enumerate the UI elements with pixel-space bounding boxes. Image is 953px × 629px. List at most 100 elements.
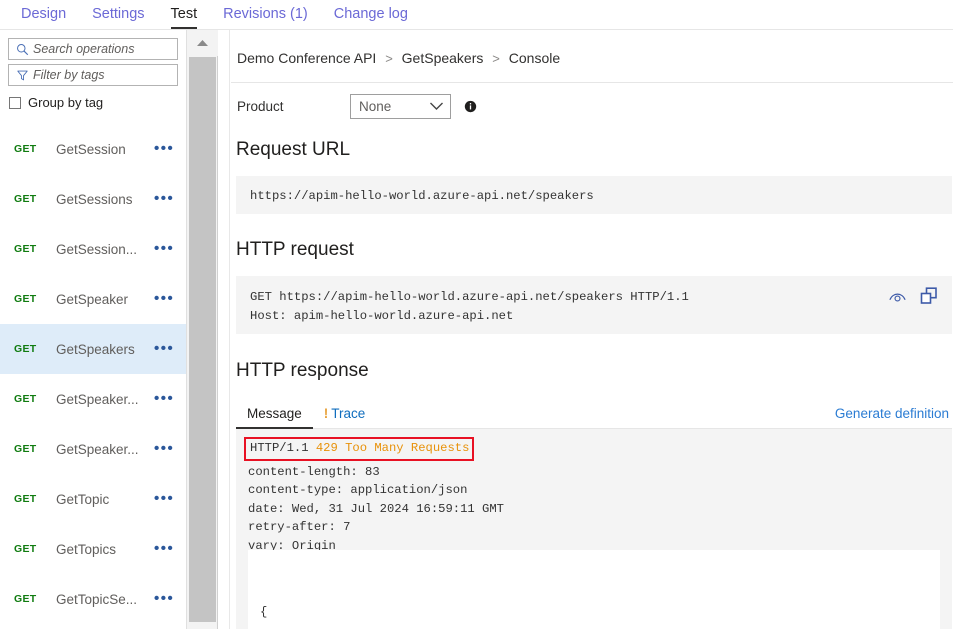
operation-context-menu-icon[interactable]: •••: [152, 445, 186, 453]
operation-row-getsessions[interactable]: GET GetSessions •••: [0, 174, 186, 224]
operation-name: GetSpeaker...: [56, 442, 152, 457]
tab-trace[interactable]: !Trace: [313, 406, 377, 428]
copy-icon[interactable]: [920, 287, 938, 305]
product-selector-row: Product None: [231, 83, 953, 119]
request-url-heading: Request URL: [231, 139, 953, 161]
response-header-line: content-length: 83: [248, 463, 952, 482]
response-status-line: HTTP/1.1 429 Too Many Requests: [244, 437, 474, 461]
product-selected-value: None: [359, 99, 391, 114]
operation-name: GetTopicSe...: [56, 592, 152, 607]
operation-context-menu-icon[interactable]: •••: [152, 595, 186, 603]
method-badge: GET: [14, 593, 56, 605]
tab-design[interactable]: Design: [8, 0, 79, 24]
breadcrumb-separator: >: [380, 51, 398, 66]
sidebar-filters: [0, 30, 186, 86]
response-headers: content-length: 83 content-type: applica…: [236, 461, 952, 556]
operation-name: GetSessions: [56, 192, 152, 207]
filter-tags-field[interactable]: [8, 64, 178, 86]
tab-trace-label: Trace: [331, 406, 365, 421]
scrollbar-thumb[interactable]: [189, 57, 216, 622]
operation-row-getsession[interactable]: GET GetSession •••: [0, 124, 186, 174]
method-badge: GET: [14, 443, 56, 455]
operation-context-menu-icon[interactable]: •••: [152, 545, 186, 553]
response-message-panel: HTTP/1.1 429 Too Many Requests content-l…: [236, 429, 952, 629]
funnel-icon: [13, 67, 31, 83]
tab-test[interactable]: Test: [158, 0, 211, 24]
method-badge: GET: [14, 343, 56, 355]
operation-row-gettopicse-truncated[interactable]: GET GetTopicSe... •••: [0, 574, 186, 624]
tab-message-label: Message: [247, 406, 302, 421]
method-badge: GET: [14, 393, 56, 405]
status-code-text: 429 Too Many Requests: [316, 441, 470, 455]
scroll-up-button[interactable]: [187, 30, 218, 56]
info-icon[interactable]: [464, 100, 477, 113]
method-badge: GET: [14, 243, 56, 255]
search-input[interactable]: [31, 42, 177, 56]
operation-context-menu-icon[interactable]: •••: [152, 145, 186, 153]
status-protocol: HTTP/1.1: [250, 441, 309, 455]
tab-settings[interactable]: Settings: [79, 0, 157, 24]
method-badge: GET: [14, 143, 56, 155]
operation-context-menu-icon[interactable]: •••: [152, 495, 186, 503]
operation-row-getspeakers[interactable]: GET GetSpeakers •••: [0, 324, 186, 374]
operation-context-menu-icon[interactable]: •••: [152, 295, 186, 303]
operation-context-menu-icon[interactable]: •••: [152, 195, 186, 203]
warning-exclamation-icon: !: [324, 406, 329, 421]
operation-name: GetSession...: [56, 242, 152, 257]
operation-row-getspeaker-truncated-1[interactable]: GET GetSpeaker... •••: [0, 374, 186, 424]
search-operations-field[interactable]: [8, 38, 178, 60]
operation-name: GetSpeaker...: [56, 392, 152, 407]
http-request-box: GET https://apim-hello-world.azure-api.n…: [236, 276, 952, 334]
operation-context-menu-icon[interactable]: •••: [152, 395, 186, 403]
eye-icon[interactable]: [888, 289, 907, 304]
http-response-heading: HTTP response: [231, 360, 953, 382]
breadcrumb-item-api[interactable]: Demo Conference API: [237, 50, 376, 66]
method-badge: GET: [14, 493, 56, 505]
response-header-line: date: Wed, 31 Jul 2024 16:59:11 GMT: [248, 500, 952, 519]
method-badge: GET: [14, 193, 56, 205]
request-url-box: https://apim-hello-world.azure-api.net/s…: [236, 176, 952, 214]
http-request-heading: HTTP request: [231, 239, 953, 261]
operation-context-menu-icon[interactable]: •••: [152, 345, 186, 353]
operation-context-menu-icon[interactable]: •••: [152, 245, 186, 253]
response-header-line: content-type: application/json: [248, 481, 952, 500]
operation-name: GetTopic: [56, 492, 152, 507]
filter-input[interactable]: [31, 68, 177, 82]
chevron-down-icon: [429, 99, 444, 114]
method-badge: GET: [14, 293, 56, 305]
request-url-value: https://apim-hello-world.azure-api.net/s…: [250, 189, 594, 203]
operation-row-gettopics[interactable]: GET GetTopics •••: [0, 524, 186, 574]
generate-definition-link[interactable]: Generate definition: [835, 406, 952, 428]
breadcrumb-item-console[interactable]: Console: [509, 50, 560, 66]
operation-row-gettopic[interactable]: GET GetTopic •••: [0, 474, 186, 524]
primary-tab-bar: Design Settings Test Revisions (1) Chang…: [0, 0, 953, 29]
response-tab-bar: Message !Trace Generate definition: [236, 398, 952, 429]
sidebar-scrollbar[interactable]: [186, 30, 218, 629]
operation-row-getspeaker-truncated-2[interactable]: GET GetSpeaker... •••: [0, 424, 186, 474]
http-request-line-2: Host: apim-hello-world.azure-api.net: [250, 307, 938, 326]
http-request-line-1: GET https://apim-hello-world.azure-api.n…: [250, 288, 938, 307]
breadcrumb-separator: >: [487, 51, 505, 66]
operation-name: GetTopics: [56, 542, 152, 557]
product-select[interactable]: None: [350, 94, 451, 119]
tab-change-log[interactable]: Change log: [321, 0, 421, 24]
product-label: Product: [237, 99, 350, 114]
tab-revisions[interactable]: Revisions (1): [210, 0, 321, 24]
operation-row-getspeaker[interactable]: GET GetSpeaker •••: [0, 274, 186, 324]
operation-row-getsession-truncated[interactable]: GET GetSession... •••: [0, 224, 186, 274]
breadcrumb-item-operation[interactable]: GetSpeakers: [402, 50, 484, 66]
breadcrumb: Demo Conference API > GetSpeakers > Cons…: [231, 30, 953, 66]
http-request-actions: [888, 287, 938, 305]
group-by-tag-label: Group by tag: [28, 95, 103, 110]
group-by-tag-checkbox-row[interactable]: Group by tag: [0, 90, 186, 110]
tab-message[interactable]: Message: [236, 406, 313, 428]
response-header-line: retry-after: 7: [248, 518, 952, 537]
operation-name: GetSpeakers: [56, 342, 152, 357]
triangle-up-icon: [196, 34, 209, 52]
scrollbar-gutter: [218, 30, 230, 629]
operations-list: GET GetSession ••• GET GetSessions ••• G…: [0, 124, 186, 624]
operation-name: GetSpeaker: [56, 292, 152, 307]
operation-name: GetSession: [56, 142, 152, 157]
console-panel: Demo Conference API > GetSpeakers > Cons…: [231, 30, 953, 629]
group-by-tag-checkbox[interactable]: [9, 97, 21, 109]
